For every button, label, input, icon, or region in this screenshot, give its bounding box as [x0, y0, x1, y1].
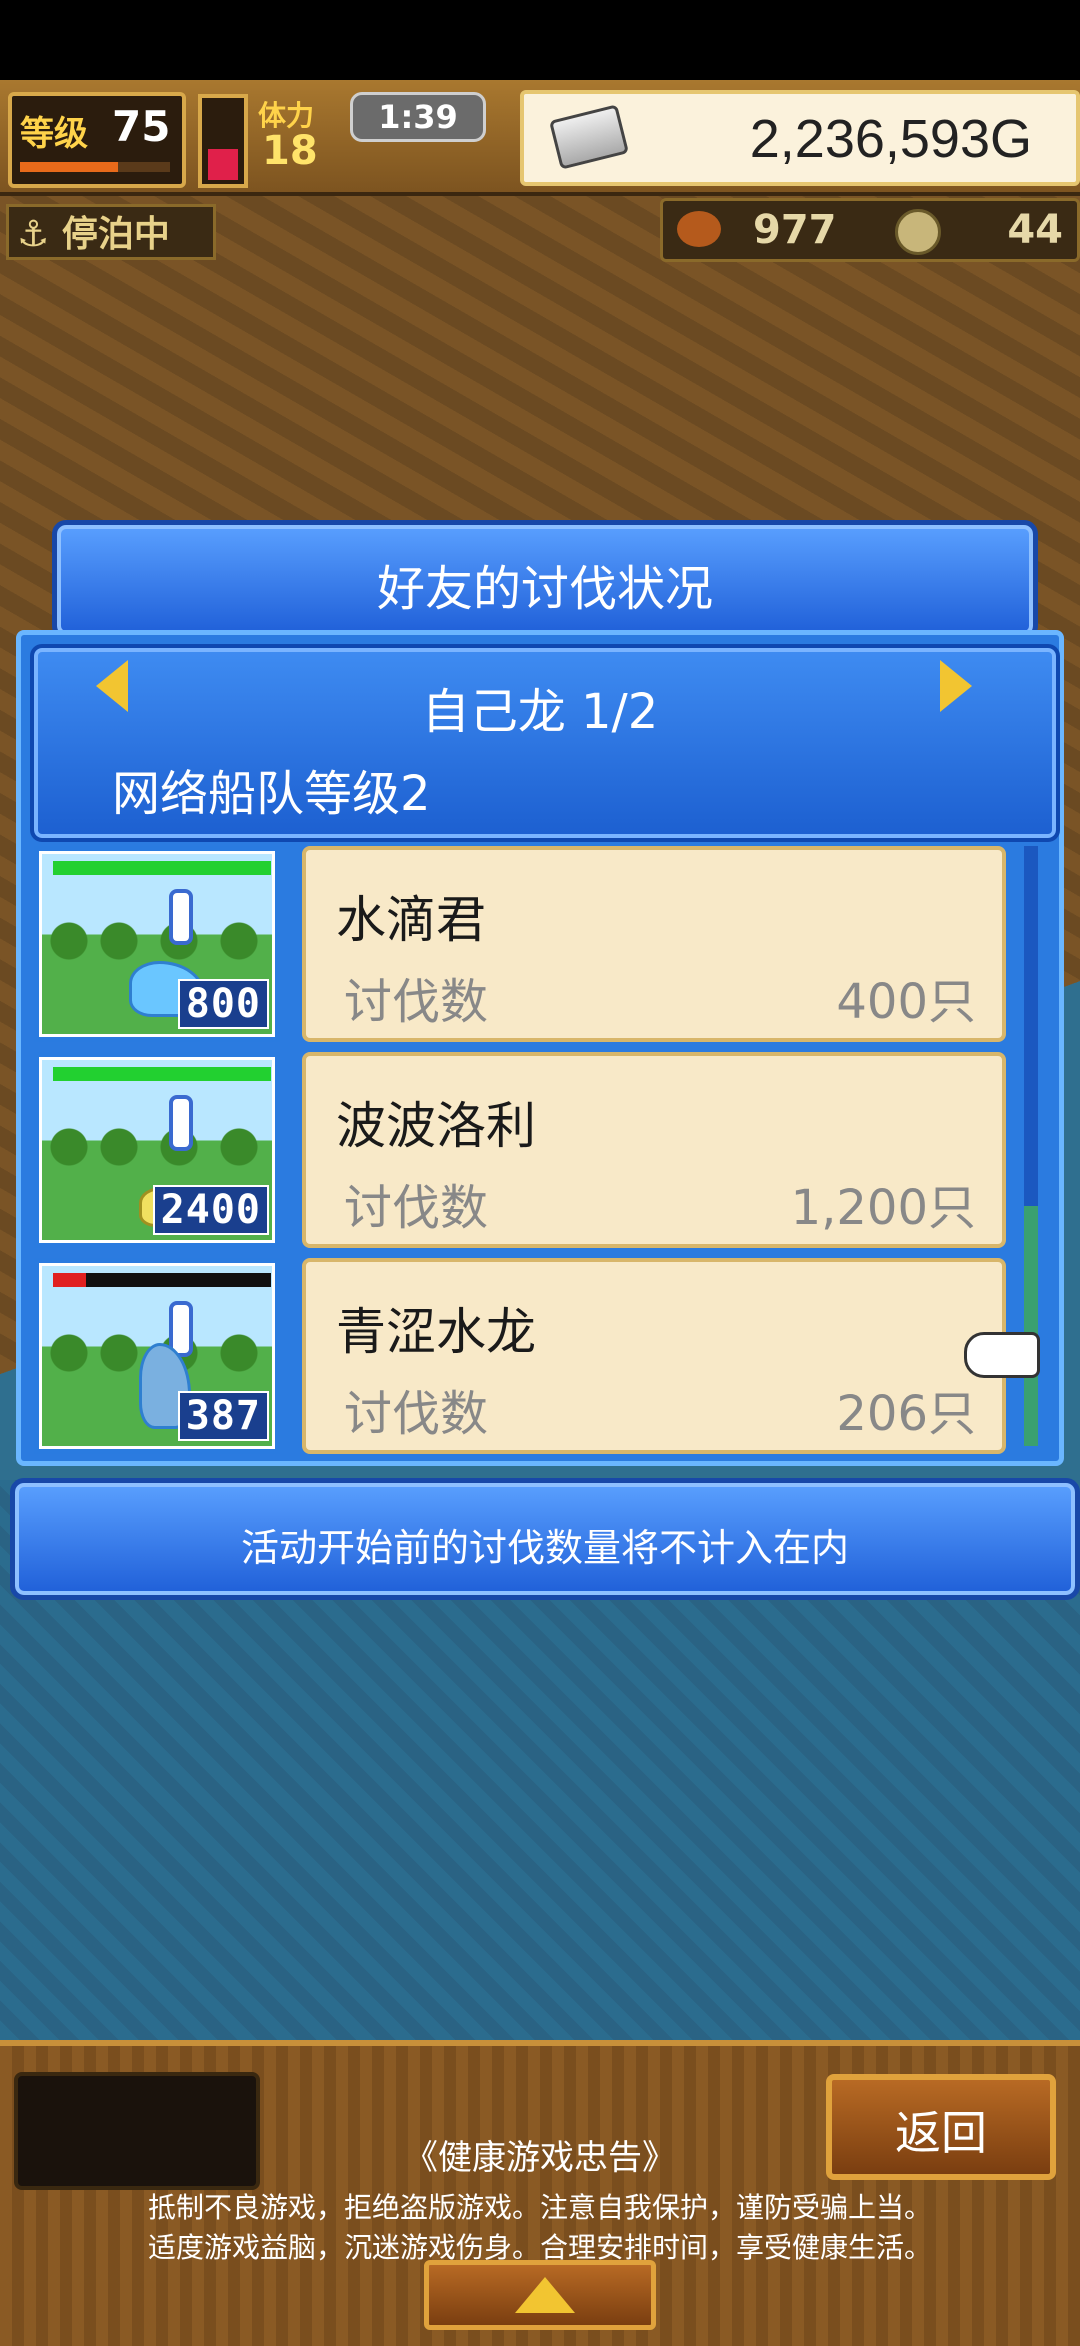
monster-row[interactable]: 800 水滴君 讨伐数 400只 — [30, 846, 1010, 1046]
silver-bar-icon — [548, 104, 630, 170]
anchor-status-badge: ⚓ 停泊中 — [6, 204, 216, 260]
level-progress-bar — [20, 162, 170, 172]
expand-button[interactable] — [424, 2260, 656, 2330]
dragon-page-label: 自己龙 1/2 — [421, 684, 659, 740]
thumb-number: 800 — [177, 979, 269, 1029]
hp-fill — [53, 1273, 86, 1287]
exclamation-icon — [169, 1095, 193, 1151]
food-icon — [677, 211, 721, 247]
stamina-value: 18 — [262, 128, 318, 174]
monster-name: 青涩水龙 — [336, 1303, 536, 1361]
hand-pointer-icon — [964, 1332, 1040, 1378]
anchor-icon: ⚓ — [17, 214, 50, 255]
hp-fill — [53, 861, 271, 875]
thumb-number: 387 — [177, 1391, 269, 1441]
kill-value: 400只 — [836, 974, 976, 1030]
dialog-title: 好友的讨伐状况 — [376, 561, 713, 617]
stamina-fill — [208, 148, 238, 180]
coin-icon — [895, 209, 941, 255]
monster-thumbnail: 387 — [34, 1258, 280, 1454]
gold-display[interactable]: 2,236,593G — [520, 90, 1080, 186]
dialog-title-bar: 好友的讨伐状况 — [52, 520, 1038, 640]
monster-info: 水滴君 讨伐数 400只 — [302, 846, 1006, 1042]
kill-label: 讨伐数 — [344, 974, 489, 1030]
coin-value: 44 — [1007, 207, 1063, 253]
top-hud: 等级 75 体力 18 1:39 2,236,593G — [0, 80, 1080, 196]
hp-fill — [53, 1067, 271, 1081]
monster-thumbnail: 2400 — [34, 1052, 280, 1248]
monster-thumbnail: 800 — [34, 846, 280, 1042]
hp-bar — [53, 861, 271, 875]
monster-row[interactable]: 2400 波波洛利 讨伐数 1,200只 — [30, 1052, 1010, 1252]
level-box: 等级 75 — [8, 92, 186, 188]
fleet-level-label: 网络船队等级2 — [112, 766, 431, 822]
resource-bar: 977 44 — [660, 198, 1080, 262]
food-value: 977 — [753, 207, 837, 253]
kill-label: 讨伐数 — [344, 1180, 489, 1236]
hp-bar — [53, 1067, 271, 1081]
timer: 1:39 — [350, 92, 486, 142]
hp-bar — [53, 1273, 271, 1287]
monster-name: 波波洛利 — [336, 1097, 536, 1155]
monster-info: 青涩水龙 讨伐数 206只 — [302, 1258, 1006, 1454]
level-value: 75 — [112, 102, 171, 151]
kill-label: 讨伐数 — [344, 1386, 489, 1442]
monster-info: 波波洛利 讨伐数 1,200只 — [302, 1052, 1006, 1248]
gold-value: 2,236,593G — [749, 109, 1032, 169]
exclamation-icon — [169, 889, 193, 945]
notice-text: 活动开始前的讨伐数量将不计入在内 — [240, 1526, 849, 1570]
notice-banner: 活动开始前的讨伐数量将不计入在内 — [10, 1478, 1080, 1600]
health-notice-title: 《健康游戏忠告》 — [404, 2138, 676, 2178]
anchor-status-text: 停泊中 — [61, 214, 170, 255]
bottom-bar: 返回 《健康游戏忠告》 抵制不良游戏，拒绝盗版游戏。注意自我保护，谨防受骗上当。… — [0, 2040, 1080, 2346]
health-notice-line1: 抵制不良游戏，拒绝盗版游戏。注意自我保护，谨防受骗上当。 — [147, 2191, 932, 2224]
kill-value: 1,200只 — [790, 1180, 976, 1236]
kill-value: 206只 — [836, 1386, 976, 1442]
level-progress-fill — [20, 162, 118, 172]
stamina-gauge — [198, 94, 248, 188]
scroll-thumb[interactable] — [1024, 1206, 1038, 1446]
trees-decoration — [49, 1117, 269, 1177]
monster-name: 水滴君 — [336, 891, 486, 949]
thumb-number: 2400 — [152, 1185, 269, 1235]
level-label: 等级 — [20, 114, 88, 154]
arrow-up-icon — [515, 2277, 575, 2313]
monster-row[interactable]: 387 青涩水龙 讨伐数 206只 — [30, 1258, 1010, 1458]
